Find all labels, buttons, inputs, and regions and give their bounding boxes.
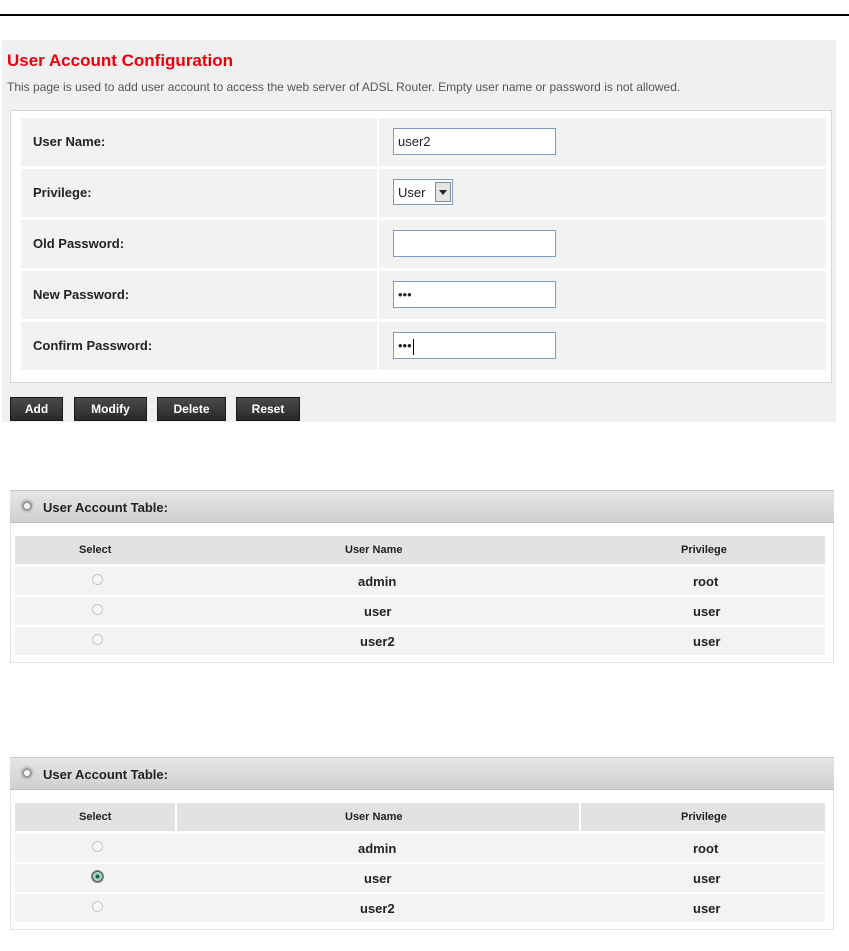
row-select-radio[interactable]	[92, 574, 103, 585]
modify-button[interactable]: Modify	[74, 397, 147, 421]
column-header-username: User Name	[345, 544, 403, 556]
username-label: User Name:	[33, 134, 106, 149]
table-row: user user	[15, 864, 825, 892]
column-header-select: Select	[79, 544, 112, 556]
row-username: admin	[358, 574, 397, 589]
table-row: user user	[15, 597, 825, 625]
table-body: Select User Name Privilege admin root us…	[10, 523, 834, 663]
row-select-radio[interactable]	[92, 901, 103, 912]
row-privilege: user	[693, 634, 721, 649]
gear-icon	[20, 499, 34, 513]
chevron-down-icon[interactable]	[435, 182, 451, 202]
reset-button[interactable]: Reset	[236, 397, 300, 421]
row-username: user2	[360, 634, 395, 649]
row-select-radio[interactable]	[92, 841, 103, 852]
table-column-headers: Select User Name Privilege	[15, 803, 825, 831]
table-title: User Account Table:	[43, 767, 168, 782]
table-header-bar: User Account Table:	[10, 490, 834, 523]
delete-button[interactable]: Delete	[157, 397, 226, 421]
row-privilege: user	[693, 901, 721, 916]
add-button[interactable]: Add	[10, 397, 63, 421]
row-username: user	[364, 604, 392, 619]
row-username: user2	[360, 901, 395, 916]
page-description: This page is used to add user account to…	[7, 80, 681, 94]
account-form: User Name: user2 Privilege: User Old Pas…	[10, 110, 832, 383]
username-input[interactable]: user2	[393, 128, 556, 155]
row-select-radio-checked[interactable]	[92, 871, 103, 882]
username-row: User Name: user2	[21, 118, 826, 166]
new-password-label: New Password:	[33, 287, 130, 302]
row-username: admin	[358, 841, 397, 856]
new-password-input[interactable]: •••	[393, 281, 556, 308]
table-column-headers: Select User Name Privilege	[15, 536, 825, 564]
new-password-row: New Password: •••	[21, 271, 826, 319]
table-title: User Account Table:	[43, 500, 168, 515]
row-privilege: root	[693, 841, 719, 856]
row-select-radio[interactable]	[92, 604, 103, 615]
text-cursor	[412, 338, 414, 355]
column-header-privilege: Privilege	[681, 811, 727, 823]
table-row: admin root	[15, 567, 825, 595]
old-password-row: Old Password:	[21, 220, 826, 268]
privilege-label: Privilege:	[33, 185, 92, 200]
column-header-privilege: Privilege	[681, 544, 727, 556]
table-row: user2 user	[15, 627, 825, 655]
privilege-select[interactable]: User	[393, 179, 453, 205]
old-password-input[interactable]	[393, 230, 556, 257]
user-account-config-panel: User Account Configuration This page is …	[2, 40, 836, 422]
privilege-row: Privilege: User	[21, 169, 826, 217]
row-privilege: root	[693, 574, 719, 589]
gear-icon	[20, 766, 34, 780]
column-header-username: User Name	[345, 811, 403, 823]
row-select-radio[interactable]	[92, 634, 103, 645]
top-divider	[0, 14, 849, 16]
page-title: User Account Configuration	[7, 51, 234, 70]
confirm-password-label: Confirm Password:	[33, 338, 153, 353]
row-username: user	[364, 871, 392, 886]
old-password-label: Old Password:	[33, 236, 125, 251]
confirm-password-input[interactable]: •••	[393, 332, 556, 359]
table-header-bar: User Account Table:	[10, 757, 834, 790]
privilege-selected-value: User	[398, 185, 426, 200]
row-privilege: user	[693, 871, 721, 886]
new-password-mask: •••	[398, 287, 412, 302]
row-privilege: user	[693, 604, 721, 619]
confirm-password-row: Confirm Password: •••	[21, 322, 826, 370]
table-body: Select User Name Privilege admin root us…	[10, 790, 834, 930]
table-row: admin root	[15, 834, 825, 862]
column-header-select: Select	[79, 811, 112, 823]
confirm-password-mask: •••	[398, 338, 412, 353]
table-row: user2 user	[15, 894, 825, 922]
